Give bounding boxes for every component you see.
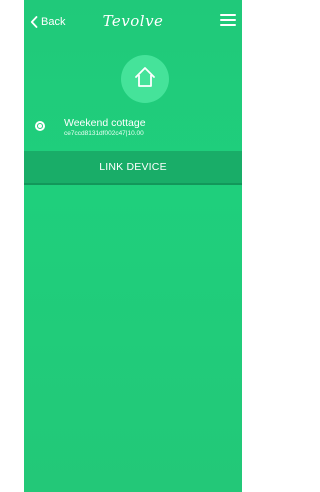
house-icon (132, 64, 158, 95)
device-name: Weekend cottage (64, 117, 146, 129)
link-device-button[interactable]: LINK DEVICE (24, 151, 242, 185)
hamburger-menu-icon[interactable] (220, 14, 236, 26)
app-screen: Back Tevolve Weekend cottage ce7ccd8131d… (24, 0, 242, 492)
app-logo: Tevolve (102, 12, 164, 30)
top-bar: Back Tevolve (24, 0, 242, 42)
device-radio-button[interactable] (35, 121, 45, 131)
home-icon-circle (121, 55, 169, 103)
device-list-item[interactable]: Weekend cottage ce7ccd8131df002c47|10.00 (24, 114, 242, 144)
device-id: ce7ccd8131df002c47|10.00 (64, 130, 144, 137)
